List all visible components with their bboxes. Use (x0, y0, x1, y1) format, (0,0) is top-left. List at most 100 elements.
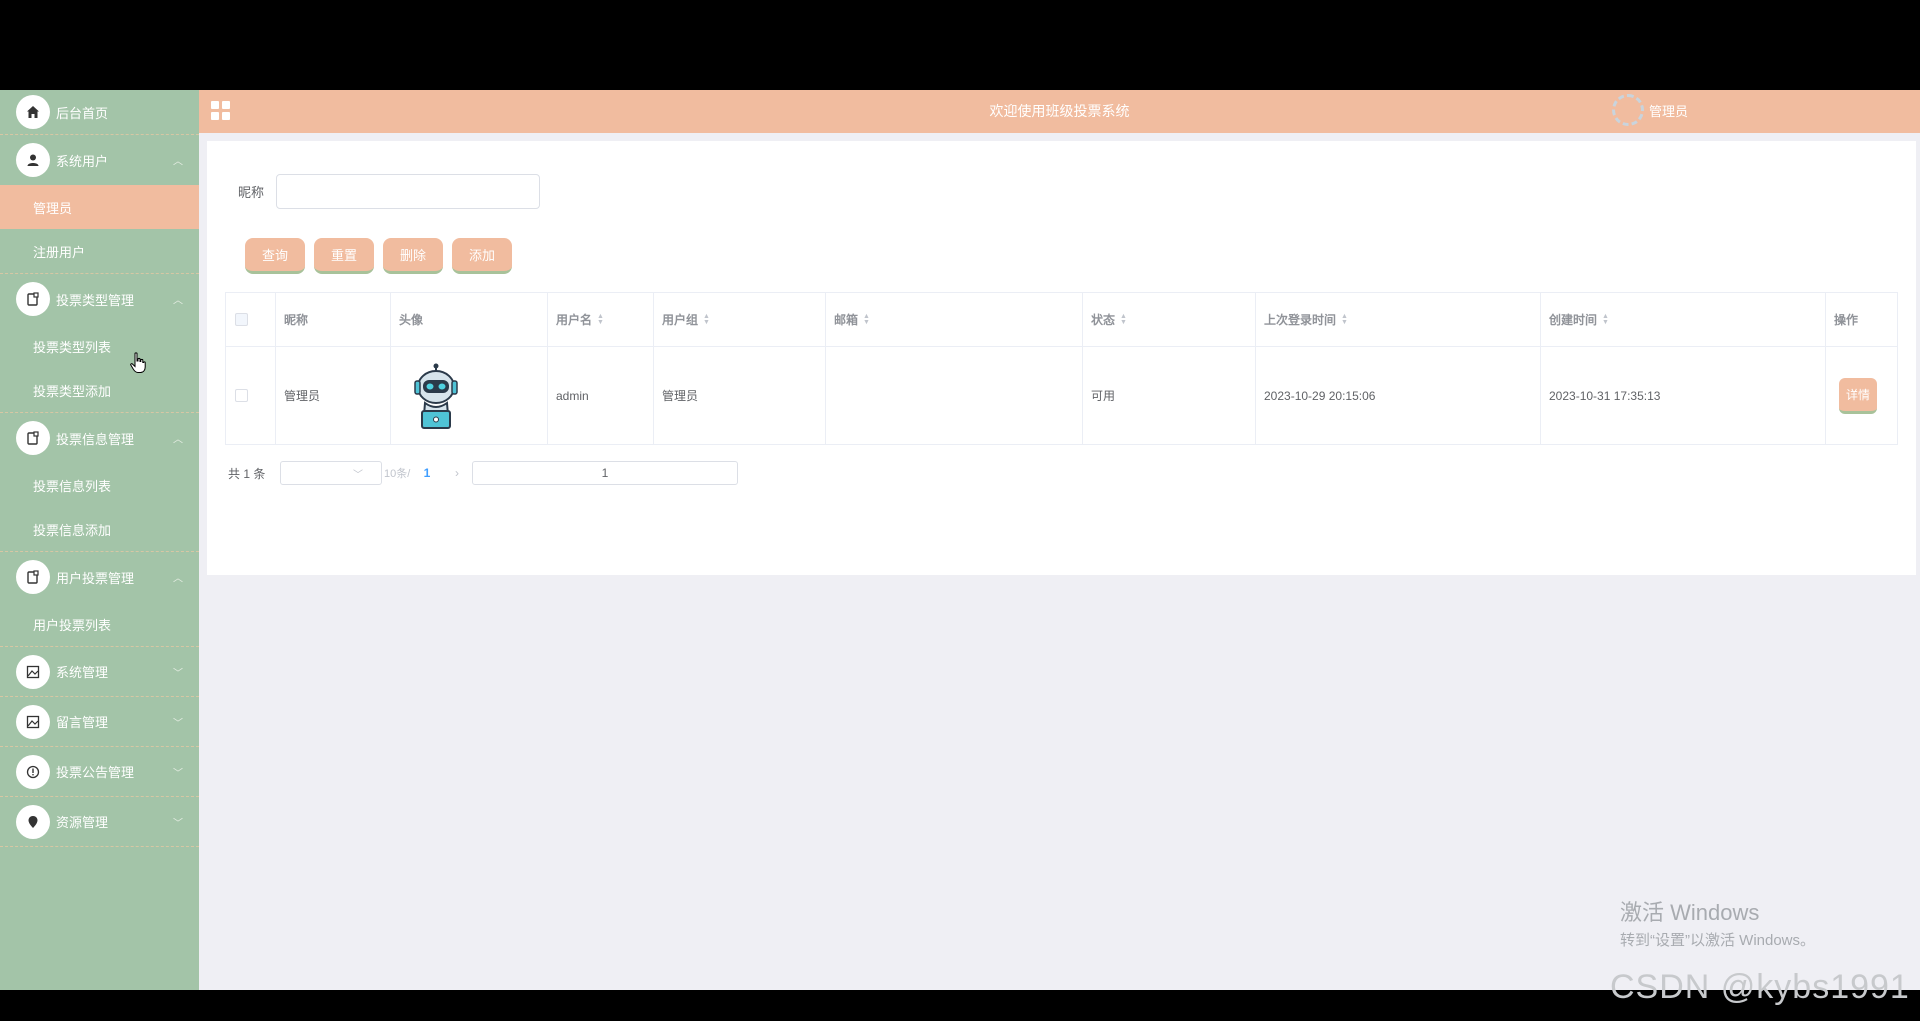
column-header: 创建时间 (1549, 313, 1598, 327)
row-checkbox[interactable] (235, 389, 248, 402)
chevron-up-icon: ︿ (173, 156, 183, 168)
admin-table: 昵称 头像 用户名 ▲ ▼ 用户组 ▲ ▼ 邮箱 ▲ ▼ 状态 ▲ ▼ 上次登录时间 ▲ ▼ 创建时… (225, 292, 1898, 445)
next-page-icon[interactable]: › (442, 461, 472, 485)
sidebar-item-vote-info[interactable]: 投票信息管理 ︿ (0, 413, 199, 463)
submenu-vote-info: 投票信息列表 投票信息添加 (0, 463, 199, 552)
column-header-sortable[interactable]: 上次登录时间 ▲ ▼ (1256, 293, 1541, 347)
sort-icon[interactable]: ▲ ▼ (703, 313, 710, 326)
location-icon (16, 804, 50, 839)
page-size-text: 10条/ (384, 468, 411, 480)
column-header: 操作 (1826, 293, 1898, 347)
sidebar-item-label: 投票类型管理 (56, 292, 135, 308)
reset-button[interactable]: 重置 (314, 238, 374, 274)
sidebar-item-vote-type[interactable]: 投票类型管理 ︿ (0, 274, 199, 324)
document-icon (16, 421, 50, 455)
pagination: 共 1 条 ﹀ 10条/ 1 › 1 (228, 461, 738, 485)
avatar-cell (391, 347, 548, 445)
nickname-input[interactable] (276, 174, 540, 209)
submenu-user-vote: 用户投票列表 (0, 602, 199, 647)
sidebar-item-label: 投票信息管理 (56, 431, 135, 447)
sidebar-subitem-admin[interactable]: 管理员 (0, 185, 199, 229)
column-header-sortable[interactable]: 用户组 ▲ ▼ (654, 293, 826, 347)
chevron-down-icon: ﹀ (353, 469, 363, 481)
add-button[interactable]: 添加 (452, 238, 512, 274)
sort-icon[interactable]: ▲ ▼ (1341, 313, 1348, 326)
column-header-sortable[interactable]: 状态 ▲ ▼ (1083, 293, 1256, 347)
sort-icon[interactable]: ▲ ▼ (1602, 313, 1609, 326)
column-header-sortable[interactable]: 创建时间 ▲ ▼ (1541, 293, 1826, 347)
nickname-cell: 管理员 (276, 347, 391, 445)
windows-activation-watermark: 激活 Windows 转到“设置”以激活 Windows。 (1620, 895, 1815, 950)
image-icon (16, 704, 50, 739)
sidebar-item-label: 投票公告管理 (56, 765, 135, 780)
column-header-sortable[interactable]: 邮箱 ▲ ▼ (826, 293, 1083, 347)
sidebar-item-system-users[interactable]: 系统用户 ︿ (0, 135, 199, 185)
sidebar-item-resource-manage[interactable]: 资源管理 ﹀ (0, 797, 199, 847)
document-icon (16, 282, 50, 316)
chevron-up-icon: ︿ (173, 295, 183, 307)
search-form: 昵称 (238, 174, 540, 209)
watermark-line: 激活 Windows (1620, 900, 1760, 925)
chevron-up-icon: ︿ (173, 573, 183, 585)
image-icon (16, 654, 50, 689)
user-menu[interactable]: 管理员 (1612, 94, 1688, 126)
top-header: 欢迎使用班级投票系统 管理员 (199, 90, 1920, 133)
sort-icon[interactable]: ▲ ▼ (1120, 313, 1127, 326)
sidebar-subitem-vote-info-add[interactable]: 投票信息添加 (0, 507, 199, 551)
page-number-current[interactable]: 1 (412, 466, 442, 480)
sidebar-subitem-vote-type-list[interactable]: 投票类型列表 (0, 324, 199, 368)
row-select-cell (226, 347, 276, 445)
detail-button[interactable]: 详情 (1839, 377, 1877, 414)
sidebar-subitem-user-vote-list[interactable]: 用户投票列表 (0, 602, 199, 646)
avatar (1612, 94, 1644, 126)
sidebar-item-label: 后台首页 (56, 105, 109, 121)
email-cell (826, 347, 1083, 445)
select-all-checkbox[interactable] (235, 313, 248, 326)
sidebar: 后台首页 系统用户 ︿ 管理员 注册用户 投票类型管理 ︿ 投票类型列表 投票类… (0, 90, 199, 990)
sidebar-item-label: 用户投票管理 (56, 570, 135, 586)
page-size-select[interactable]: ﹀ (280, 461, 382, 485)
hand-cursor-icon (130, 352, 146, 373)
select-all-cell (226, 293, 276, 347)
last-login-cell: 2023-10-29 20:15:06 (1256, 347, 1541, 445)
page-jump-input[interactable]: 1 (472, 461, 738, 485)
main-panel: 昵称 查询 重置 删除 添加 昵称 头像 用户名 ▲ ▼ 用户组 ▲ ▼ 邮箱 ▲ ▼ 状态… (207, 141, 1916, 575)
sidebar-item-label: 留言管理 (56, 715, 109, 730)
sort-icon[interactable]: ▲ ▼ (597, 313, 604, 326)
delete-button[interactable]: 删除 (383, 238, 443, 274)
chevron-down-icon: ﹀ (173, 668, 183, 679)
status-cell: 可用 (1083, 347, 1256, 445)
column-header: 头像 (391, 293, 548, 347)
action-cell: 详情 (1826, 347, 1898, 445)
sidebar-item-system-manage[interactable]: 系统管理 ﹀ (0, 647, 199, 697)
submenu-vote-type: 投票类型列表 投票类型添加 (0, 324, 199, 413)
sidebar-subitem-vote-info-list[interactable]: 投票信息列表 (0, 463, 199, 507)
column-header-sortable[interactable]: 用户名 ▲ ▼ (548, 293, 654, 347)
sidebar-item-announcement-manage[interactable]: 投票公告管理 ﹀ (0, 747, 199, 797)
sidebar-item-label: 系统管理 (56, 665, 109, 680)
sidebar-item-message-manage[interactable]: 留言管理 ﹀ (0, 697, 199, 747)
document-icon (16, 560, 50, 594)
home-icon (16, 95, 50, 129)
sidebar-item-home[interactable]: 后台首页 (0, 90, 199, 135)
table-header-row: 昵称 头像 用户名 ▲ ▼ 用户组 ▲ ▼ 邮箱 ▲ ▼ 状态 ▲ ▼ 上次登录时间 ▲ ▼ 创建时… (226, 293, 1898, 347)
sort-icon[interactable]: ▲ ▼ (863, 313, 870, 326)
group-cell: 管理员 (654, 347, 826, 445)
table-row: 管理员 admin 管理员 可用 2023-10-29 20:15:06 202… (226, 347, 1898, 445)
nickname-label: 昵称 (238, 185, 265, 200)
info-icon (16, 754, 50, 789)
sidebar-subitem-registered-users[interactable]: 注册用户 (0, 229, 199, 273)
query-button[interactable]: 查询 (245, 238, 305, 274)
sidebar-item-label: 系统用户 (56, 153, 109, 169)
column-header: 上次登录时间 (1264, 313, 1337, 327)
csdn-watermark: CSDN @kybs1991 (1610, 968, 1910, 1006)
action-buttons: 查询 重置 删除 添加 (245, 238, 512, 274)
sidebar-item-user-vote[interactable]: 用户投票管理 ︿ (0, 552, 199, 602)
sidebar-subitem-vote-type-add[interactable]: 投票类型添加 (0, 368, 199, 412)
watermark-line: 转到“设置”以激活 Windows。 (1620, 932, 1816, 949)
column-header: 昵称 (276, 293, 391, 347)
column-header: 邮箱 (834, 313, 859, 327)
user-name: 管理员 (1649, 103, 1689, 119)
chevron-down-icon: ﹀ (173, 718, 183, 729)
column-header: 状态 (1091, 313, 1116, 327)
